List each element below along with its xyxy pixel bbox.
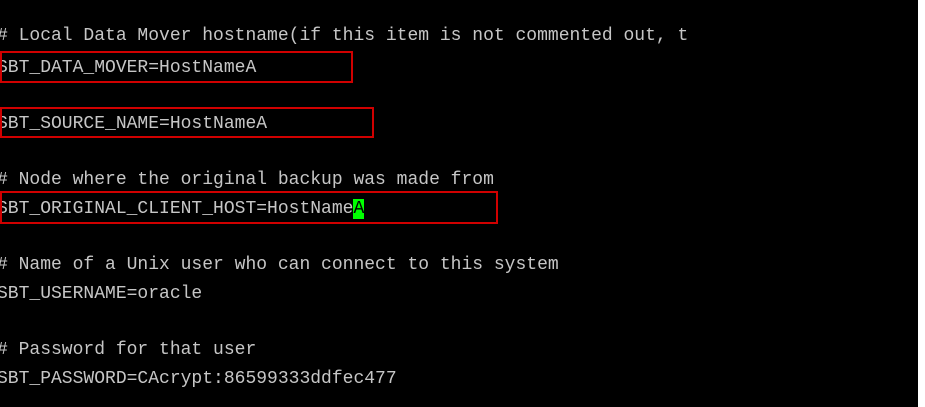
terminal-window[interactable]: # Local Data Mover hostname(if this item… (0, 0, 918, 407)
comment-original-node: # Node where the original backup was mad… (0, 170, 494, 190)
config-sbt-data-mover: SBT_DATA_MOVER=HostNameA (0, 58, 257, 78)
config-sbt-password: SBT_PASSWORD=CAcrypt:86599333ddfec477 (0, 369, 397, 389)
config-sbt-original-client-host: SBT_ORIGINAL_CLIENT_HOST=HostNameA (0, 197, 365, 221)
comment-password: # Password for that user (0, 340, 257, 360)
comment-data-mover: # Local Data Mover hostname(if this item… (0, 26, 689, 46)
config-sbt-source-name: SBT_SOURCE_NAME=HostNameA (0, 114, 268, 134)
original-client-text: SBT_ORIGINAL_CLIENT_HOST=HostName (0, 199, 354, 219)
config-sbt-username: SBT_USERNAME=oracle (0, 284, 203, 304)
text-cursor: A (353, 199, 365, 219)
comment-unix-user: # Name of a Unix user who can connect to… (0, 255, 559, 275)
